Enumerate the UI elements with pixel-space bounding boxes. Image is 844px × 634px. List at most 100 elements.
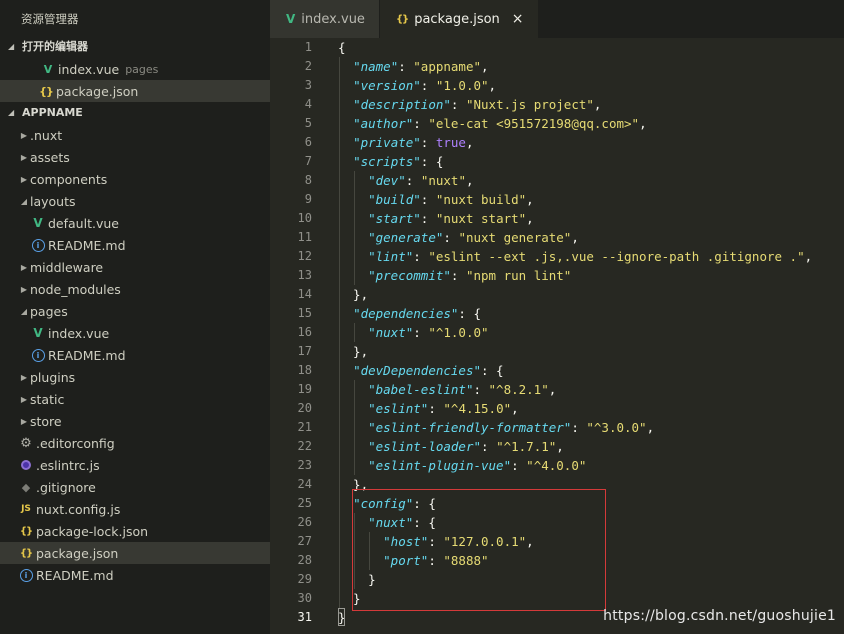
open-editor-item[interactable]: V index.vue pages (0, 58, 270, 80)
open-editors-section[interactable]: ◢ 打开的编辑器 (0, 36, 270, 58)
json-key: "build" (368, 192, 421, 207)
tree-item[interactable]: ◢ layouts (0, 190, 270, 212)
tree-item-label: nuxt.config.js (36, 501, 121, 517)
json-key: "dependencies" (353, 306, 459, 321)
code-editor[interactable]: 1 2 3 4 5 6 7 8 9 10 11 12 13 14 15 16 17 18 19 20 21 22 23 24 2… (270, 38, 844, 634)
json-punctuation (338, 59, 353, 74)
tree-item[interactable]: JS nuxt.config.js (0, 498, 270, 520)
explorer-sidebar: 资源管理器 ◢ 打开的编辑器 V index.vue pages {} pack… (0, 0, 270, 634)
json-key: "lint" (368, 249, 414, 264)
json-punctuation (338, 268, 368, 283)
json-punctuation: , (571, 230, 579, 245)
tab-index-vue[interactable]: V index.vue (270, 0, 379, 38)
vue-icon: V (33, 326, 43, 340)
line-number: 29 (297, 572, 312, 586)
line-number: 4 (304, 97, 312, 111)
json-key: "start" (368, 211, 421, 226)
tree-item-label: assets (30, 149, 70, 165)
tree-item[interactable]: ▶ node_modules (0, 278, 270, 300)
line-number: 13 (297, 268, 312, 282)
tree-item-label: default.vue (48, 215, 119, 231)
info-icon: i (30, 238, 46, 252)
tree-item[interactable]: ▶ middleware (0, 256, 270, 278)
line-number: 6 (304, 135, 312, 149)
json-key: "version" (353, 78, 421, 93)
gear-icon: ⚙ (20, 435, 32, 451)
tree-item[interactable]: i README.md (0, 344, 270, 366)
tree-item[interactable]: ▶ .nuxt (0, 124, 270, 146)
json-punctuation: : (420, 78, 436, 93)
json-punctuation: : (450, 268, 466, 283)
project-section[interactable]: ◢ APPNAME (0, 102, 270, 124)
json-key: "eslint-loader" (368, 439, 481, 454)
close-icon[interactable]: × (512, 11, 524, 27)
json-key: "eslint" (368, 401, 429, 416)
chevron-right-icon[interactable]: ▶ (18, 395, 30, 404)
tree-item-label: README.md (48, 237, 126, 253)
line-number: 26 (297, 515, 312, 529)
json-key: "description" (353, 97, 451, 112)
json-string: "nuxt" (420, 173, 466, 188)
chevron-down-icon[interactable]: ◢ (18, 197, 30, 206)
tree-item-label: node_modules (30, 281, 121, 297)
tree-item[interactable]: i README.md (0, 234, 270, 256)
line-number: 7 (304, 154, 312, 168)
chevron-right-icon[interactable]: ▶ (18, 263, 30, 272)
tree-item[interactable]: Vindex.vue (0, 322, 270, 344)
chevron-right-icon[interactable]: ▶ (18, 373, 30, 382)
chevron-right-icon[interactable]: ▶ (18, 285, 30, 294)
json-punctuation: : (473, 382, 489, 397)
code-line: "eslint-plugin-vue": "^4.0.0" (338, 456, 812, 475)
json-punctuation: : (481, 439, 497, 454)
tree-item[interactable]: {} package-lock.json (0, 520, 270, 542)
json-key: "devDependencies" (353, 363, 481, 378)
open-editor-item[interactable]: {} package.json (0, 80, 270, 102)
line-number: 22 (297, 439, 312, 453)
tree-item-label: .gitignore (36, 479, 96, 495)
tree-item[interactable]: ▶ components (0, 168, 270, 190)
tree-item[interactable]: ▶ store (0, 410, 270, 432)
tree-item[interactable]: ▶ assets (0, 146, 270, 168)
chevron-right-icon[interactable]: ▶ (18, 131, 30, 140)
json-punctuation: : (420, 192, 436, 207)
line-number: 27 (297, 534, 312, 548)
tree-item-label: components (30, 171, 108, 187)
tree-item-label: middleware (30, 259, 104, 275)
tree-item[interactable]: ⚙ .editorconfig (0, 432, 270, 454)
json-punctuation (338, 249, 368, 264)
json-punctuation (338, 154, 353, 169)
tab-label: package.json (414, 11, 500, 27)
json-punctuation: : (398, 59, 414, 74)
chevron-right-icon[interactable]: ▶ (18, 153, 30, 162)
tree-item[interactable]: ▶ static (0, 388, 270, 410)
open-editor-item-hint: pages (125, 62, 159, 76)
chevron-right-icon[interactable]: ▶ (18, 417, 30, 426)
code-line: "nuxt": "^1.0.0" (338, 323, 812, 342)
line-number: 15 (297, 306, 312, 320)
json-punctuation: }, (338, 287, 369, 302)
tree-item[interactable]: .eslintrc.js (0, 454, 270, 476)
chevron-right-icon[interactable]: ▶ (18, 175, 30, 184)
tree-item[interactable]: ▶ plugins (0, 366, 270, 388)
tree-item[interactable]: ◢ pages (0, 300, 270, 322)
tree-item[interactable]: {} package.json (0, 542, 270, 564)
tree-item-label: pages (30, 303, 68, 319)
tree-item[interactable]: i README.md (0, 564, 270, 586)
json-punctuation (338, 97, 353, 112)
tab-package-json[interactable]: {} package.json × (379, 0, 538, 38)
json-key: "babel-eslint" (368, 382, 474, 397)
json-punctuation: , (593, 97, 602, 112)
tree-item-label: .editorconfig (36, 435, 115, 451)
line-number: 19 (297, 382, 312, 396)
json-icon: {} (19, 525, 33, 537)
code-line: "start": "nuxt start", (338, 209, 812, 228)
chevron-down-icon[interactable]: ◢ (18, 307, 30, 316)
tree-item[interactable]: ◆ .gitignore (0, 476, 270, 498)
json-string: "ele-cat <951572198@qq.com>" (428, 116, 640, 131)
tree-item[interactable]: Vdefault.vue (0, 212, 270, 234)
code-line: "description": "Nuxt.js project", (338, 95, 812, 114)
json-punctuation (338, 458, 368, 473)
json-icon: {} (39, 84, 54, 98)
bracket-match-cursor (338, 608, 345, 626)
code-line: }, (338, 285, 812, 304)
